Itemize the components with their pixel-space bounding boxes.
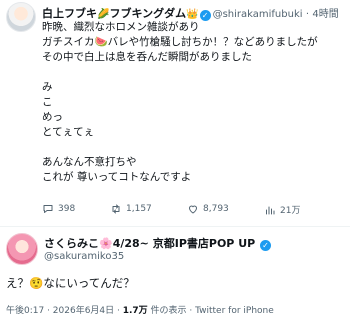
tweet-text: 昨晩、織烈なホロメン雑談があり ガチスイカ🍉バレや竹槍騒し討ちか！？などありまし… <box>42 20 342 185</box>
retweet-button[interactable]: 1,157 <box>110 203 152 215</box>
tweet-text: え？🤨なにいってんだ？ <box>6 276 135 290</box>
views-icon <box>266 206 275 214</box>
reply-count: 398 <box>58 204 76 214</box>
tweet-line: これが 尊いってコトなんですよ <box>42 171 192 183</box>
avatar[interactable] <box>6 2 36 32</box>
tweet-line: こ <box>42 96 53 108</box>
verified-badge-icon: ✓ <box>260 240 272 251</box>
tweet-fubuki[interactable]: 白上フブキ🌽フブキングダム👑 ✓ @shirakamifubuki · 4時間 昨晩… <box>0 0 350 226</box>
crown-emoji: 👑 <box>186 9 199 20</box>
views-button[interactable]: 21万 <box>264 203 300 216</box>
action-bar: 398 1,157 8,793 21万 <box>42 203 347 219</box>
post-time[interactable]: 午後0:17 · 2026年6月4日 · <box>6 306 123 316</box>
display-name[interactable]: 白上フブキ <box>42 7 97 20</box>
like-count: 8,793 <box>203 204 229 214</box>
user-handle[interactable]: @sakuramiko35 <box>44 251 124 262</box>
display-name-part2[interactable]: フブキングダム <box>109 7 186 20</box>
tweet-line: めっ <box>42 111 63 123</box>
tweet-meta: 午後0:17 · 2026年6月4日 · 1.7万 件の表示 · Twitter… <box>6 303 274 316</box>
timestamp[interactable]: 4時間 <box>312 9 338 20</box>
corn-emoji: 🌽 <box>97 9 110 20</box>
tweet-line: とてぇてぇ <box>42 126 95 138</box>
tweet-line: あんなん不意打ちや <box>42 156 137 168</box>
separator-dot: · <box>305 9 310 20</box>
meta-view-count[interactable]: 1.7万 <box>123 306 148 316</box>
tweet-header: さくらみこ🌸4/28~ 京都IP書店POP UP ✓ <box>44 235 347 251</box>
tweet-line: み <box>42 81 53 93</box>
heart-icon <box>189 205 197 214</box>
retweet-icon <box>112 204 120 214</box>
tweet-line: ガチスイカ🍉バレや竹槍騒し討ちか！？などありましたが <box>42 36 318 48</box>
display-name[interactable]: さくらみこ <box>44 237 99 250</box>
tweet-line: 昨晩、織烈なホロメン雑談があり <box>42 21 200 33</box>
sakura-emoji: 🌸 <box>99 237 113 250</box>
retweet-count: 1,157 <box>126 204 152 214</box>
like-button[interactable]: 8,793 <box>187 203 229 215</box>
comment-icon <box>43 205 53 213</box>
tweet-line: その中で白上は息を呑んだ瞬間がありました <box>42 51 252 63</box>
meta-views-label: 件の表示 · Twitter for iPhone <box>147 306 274 316</box>
tweet-header: 白上フブキ🌽フブキングダム👑 ✓ @shirakamifubuki · 4時間 <box>42 5 347 21</box>
tweet-miko[interactable]: さくらみこ🌸4/28~ 京都IP書店POP UP ✓ @sakuramiko35… <box>0 227 350 320</box>
avatar[interactable] <box>6 233 38 265</box>
reply-button[interactable]: 398 <box>42 203 75 215</box>
user-handle[interactable]: @shirakamifubuki <box>213 9 303 20</box>
display-name-suffix[interactable]: 4/28~ 京都IP書店POP UP <box>113 237 255 250</box>
view-count: 21万 <box>280 206 301 216</box>
